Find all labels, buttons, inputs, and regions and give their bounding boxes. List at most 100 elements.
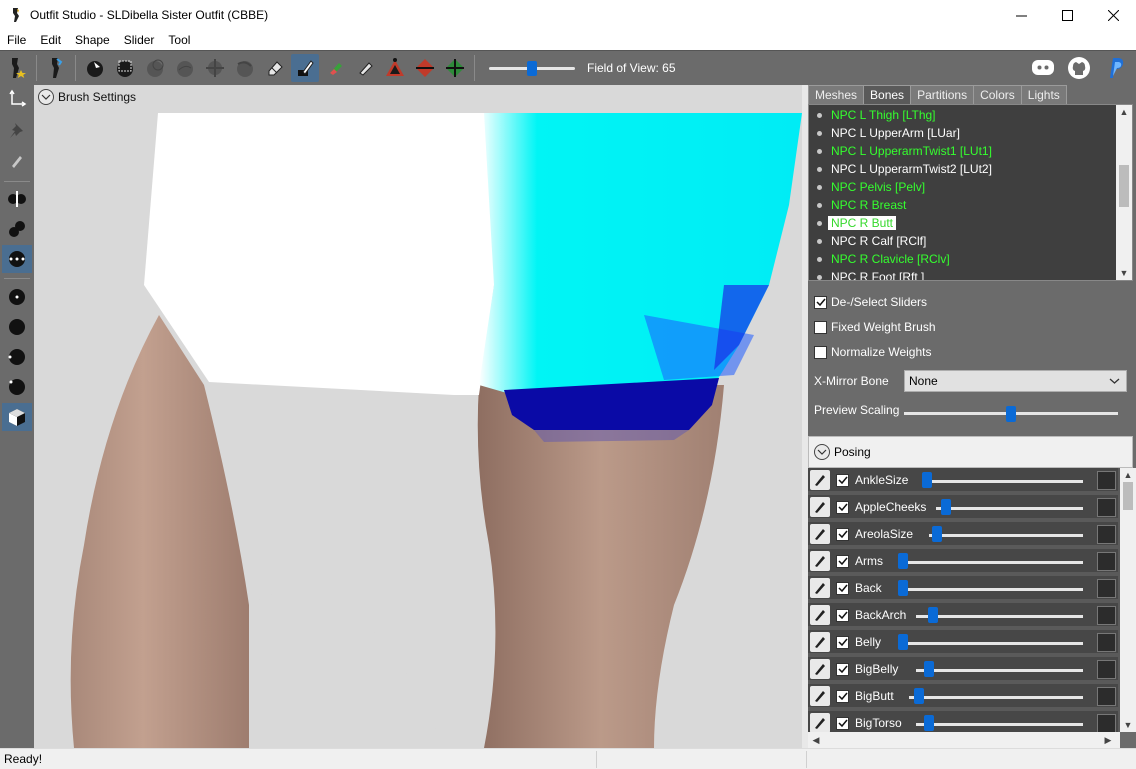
mask-brush-button[interactable]	[111, 54, 139, 82]
slider-checkbox[interactable]	[836, 474, 849, 487]
slider-list-hscrollbar[interactable]: ◀ ▶	[808, 732, 1120, 748]
menu-slider[interactable]: Slider	[117, 33, 162, 47]
preview-scaling-thumb[interactable]	[1006, 406, 1016, 422]
slider-value-box[interactable]	[1097, 714, 1116, 732]
edit-slider-button[interactable]	[810, 578, 830, 598]
deflate-brush-button[interactable]	[171, 54, 199, 82]
bone-item[interactable]: NPC R Breast	[817, 196, 909, 214]
vertex-edit-button[interactable]	[2, 147, 32, 175]
color-brush-button[interactable]	[321, 54, 349, 82]
brush-shape-button-4[interactable]	[2, 373, 32, 401]
edit-slider-button[interactable]	[810, 497, 830, 517]
field-of-view-thumb[interactable]	[527, 61, 537, 76]
slider-track[interactable]	[922, 480, 1083, 483]
field-of-view-slider[interactable]	[489, 58, 575, 78]
split-edge-button[interactable]	[441, 54, 469, 82]
slider-track[interactable]	[935, 507, 1083, 510]
undiff-brush-button[interactable]	[261, 54, 289, 82]
scroll-up-icon[interactable]: ▲	[1116, 105, 1132, 119]
x-mirror-bone-select[interactable]: None	[904, 370, 1127, 392]
slider-checkbox[interactable]	[836, 717, 849, 730]
slider-value-box[interactable]	[1097, 687, 1116, 706]
slider-checkbox[interactable]	[836, 663, 849, 676]
bone-list[interactable]: NPC L Thigh [LThg] NPC L UpperArm [LUar] N…	[808, 104, 1133, 281]
3d-viewport[interactable]: Brush Settings	[34, 85, 802, 748]
menu-file[interactable]: File	[0, 33, 33, 47]
slider-value-box[interactable]	[1097, 471, 1116, 490]
slider-thumb[interactable]	[927, 607, 938, 623]
slider-thumb[interactable]	[922, 472, 933, 488]
slider-track[interactable]	[898, 561, 1083, 564]
menu-tool[interactable]: Tool	[161, 33, 197, 47]
outfit-studio-button[interactable]	[3, 54, 31, 82]
slider-track[interactable]	[915, 723, 1083, 726]
menu-edit[interactable]: Edit	[33, 33, 68, 47]
minimize-button[interactable]	[998, 0, 1044, 30]
edit-slider-button[interactable]	[810, 551, 830, 571]
slider-thumb[interactable]	[924, 661, 935, 677]
brush-falloff-button-2[interactable]	[2, 215, 32, 243]
bone-list-scroll-thumb[interactable]	[1119, 165, 1129, 207]
select-tool-button[interactable]	[81, 54, 109, 82]
slider-track[interactable]	[915, 615, 1083, 618]
slider-value-box[interactable]	[1097, 498, 1116, 517]
tab-lights[interactable]: Lights	[1020, 85, 1067, 104]
bone-item[interactable]: NPC L UpperArm [LUar]	[817, 124, 963, 142]
posing-toggle[interactable]: Posing	[808, 436, 1133, 468]
brush-settings-toggle[interactable]: Brush Settings	[38, 89, 136, 105]
normalize-weights-option[interactable]: Normalize Weights	[814, 345, 931, 359]
paypal-button[interactable]	[1101, 53, 1129, 83]
edit-slider-button[interactable]	[810, 632, 830, 652]
edit-slider-button[interactable]	[810, 605, 830, 625]
slider-value-box[interactable]	[1097, 552, 1116, 571]
fixed-weight-brush-checkbox[interactable]	[814, 320, 827, 334]
slider-list[interactable]: AnkleSize AppleCheeks AreolaSize Arms Back Ba…	[808, 468, 1136, 732]
slider-track[interactable]	[909, 696, 1083, 699]
slider-thumb[interactable]	[898, 580, 908, 596]
edit-slider-button[interactable]	[810, 713, 830, 732]
scroll-left-icon[interactable]: ◀	[808, 733, 824, 747]
close-button[interactable]	[1090, 0, 1136, 30]
bone-item[interactable]: NPC Pelvis [Pelv]	[817, 178, 928, 196]
slider-checkbox[interactable]	[836, 555, 849, 568]
deselect-sliders-checkbox[interactable]	[814, 295, 827, 309]
scroll-down-icon[interactable]: ▼	[1116, 266, 1132, 280]
slider-checkbox[interactable]	[836, 582, 849, 595]
slider-track[interactable]	[898, 588, 1083, 591]
move-brush-button[interactable]	[201, 54, 229, 82]
bone-item[interactable]: NPC R Foot [Rft ]	[817, 268, 927, 280]
slider-thumb[interactable]	[932, 526, 943, 542]
reference-figure-button[interactable]	[42, 54, 70, 82]
collapse-vertex-button[interactable]	[381, 54, 409, 82]
deselect-sliders-option[interactable]: De-/Select Sliders	[814, 295, 927, 309]
edit-slider-button[interactable]	[810, 686, 830, 706]
slider-checkbox[interactable]	[836, 636, 849, 649]
tab-bones[interactable]: Bones	[863, 85, 912, 104]
transform-tool-button[interactable]	[2, 85, 32, 113]
slider-track[interactable]	[929, 534, 1083, 537]
slider-list-scrollbar[interactable]: ▲ ▼	[1120, 468, 1136, 732]
tab-partitions[interactable]: Partitions	[910, 85, 975, 104]
slider-track[interactable]	[915, 669, 1083, 672]
bone-item[interactable]: NPC L Thigh [LThg]	[817, 106, 939, 124]
bone-item[interactable]: NPC L UpperarmTwist1 [LUt1]	[817, 142, 995, 160]
discord-button[interactable]	[1029, 53, 1057, 83]
bone-item[interactable]: NPC R Clavicle [RClv]	[817, 250, 953, 268]
slider-thumb[interactable]	[898, 553, 908, 569]
brush-shape-button-1[interactable]	[2, 283, 32, 311]
smooth-brush-button[interactable]	[231, 54, 259, 82]
weight-brush-button[interactable]	[291, 54, 319, 82]
slider-thumb[interactable]	[924, 715, 935, 731]
slider-checkbox[interactable]	[836, 609, 849, 622]
slider-thumb[interactable]	[898, 634, 908, 650]
pivot-tool-button[interactable]	[2, 117, 32, 145]
slider-value-box[interactable]	[1097, 525, 1116, 544]
menu-shape[interactable]: Shape	[68, 33, 117, 47]
inflate-brush-button[interactable]	[141, 54, 169, 82]
bone-list-scrollbar[interactable]: ▲ ▼	[1116, 105, 1132, 280]
slider-thumb[interactable]	[914, 688, 925, 704]
github-button[interactable]	[1065, 53, 1093, 83]
brush-shape-button-2[interactable]	[2, 313, 32, 341]
slider-checkbox[interactable]	[836, 690, 849, 703]
brush-shape-button-3[interactable]	[2, 343, 32, 371]
